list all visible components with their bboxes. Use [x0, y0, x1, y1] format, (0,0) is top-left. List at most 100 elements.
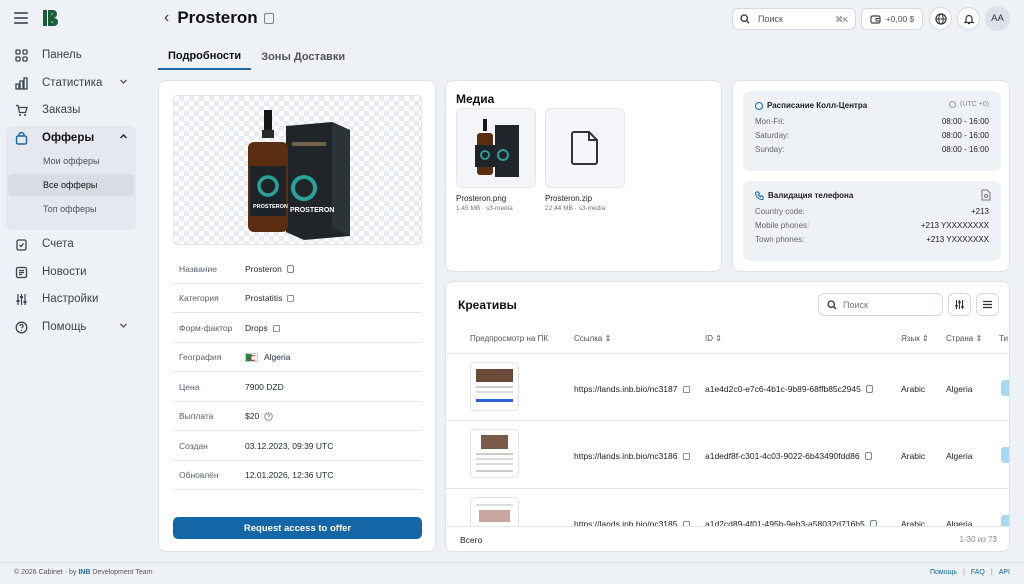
dashboard-icon — [14, 48, 28, 62]
notifications-button[interactable] — [957, 7, 980, 30]
sliders-icon — [14, 292, 28, 306]
footer-link-help[interactable]: Помощь — [930, 569, 957, 576]
sidebar-item-label: Настройки — [42, 293, 99, 305]
creative-language: Arabic — [901, 384, 926, 394]
prop-row-updated: Обновлён 12.01.2026, 12:36 UTC — [173, 461, 422, 490]
copy-icon[interactable] — [864, 452, 872, 460]
prop-value: 03.12.2023, 09:39 UTC — [245, 441, 334, 451]
column-header-link[interactable]: Ссылка ⇕ — [574, 334, 611, 343]
prop-value[interactable]: Prostatitis — [245, 293, 282, 303]
tab-details[interactable]: Подробности — [158, 44, 252, 70]
global-search[interactable]: Поиск ⌘K — [732, 8, 856, 30]
media-thumb-zip[interactable] — [545, 108, 625, 188]
external-link-icon[interactable] — [682, 385, 690, 393]
chevron-down-icon — [120, 323, 127, 328]
phone-row: Mobile phones: +213 YXXXXXXXX — [755, 221, 989, 230]
tab-delivery-zones[interactable]: Зоны Доставки — [251, 44, 355, 70]
logo[interactable] — [42, 9, 60, 27]
product-image-brand: PROSTERON — [290, 207, 334, 214]
phone-row-value: +213 YXXXXXXXX — [920, 221, 989, 230]
sort-icon: ⇕ — [604, 334, 612, 343]
column-header-country[interactable]: Страна ⇕ — [946, 334, 982, 343]
sidebar-item-news[interactable]: Новости — [6, 260, 136, 284]
sidebar: Панель Статистика Заказы Офферы Мои оффе… — [0, 0, 148, 562]
table-row[interactable]: https://lands.inb.bio/nc3187 a1e4d2c0-e7… — [446, 353, 1009, 421]
chevron-up-icon — [120, 134, 127, 139]
file-search-icon[interactable] — [981, 189, 991, 201]
back-icon[interactable]: ‹ — [164, 9, 169, 27]
footer-link-faq[interactable]: FAQ — [971, 569, 985, 576]
sidebar-item-panel[interactable]: Панель — [6, 43, 136, 67]
prop-label: Форм-фактор — [179, 323, 233, 333]
media-file-name: Prosteron.png — [456, 194, 507, 203]
external-link-icon[interactable] — [682, 452, 690, 460]
sidebar-subitem-my-offers[interactable]: Мои офферы — [8, 150, 134, 172]
phone-row-label: Country code: — [755, 207, 805, 216]
creatives-search-input[interactable]: Поиск — [818, 293, 943, 316]
creative-link[interactable]: https://lands.inb.bio/nc3186 — [574, 451, 690, 461]
menu-icon[interactable] — [14, 12, 28, 24]
chevron-down-icon — [120, 79, 127, 84]
creative-preview[interactable] — [470, 429, 519, 478]
sort-icon: ⇕ — [715, 334, 722, 343]
schedule-day: Saturday: — [755, 131, 790, 140]
sidebar-item-orders[interactable]: Заказы — [6, 98, 136, 122]
help-circle-icon[interactable] — [264, 411, 273, 421]
column-header-label: Ссылка — [574, 334, 603, 343]
column-header-type[interactable]: Ти — [999, 334, 1008, 343]
creative-id-text: a1dedf8f-c301-4c03-9022-6b43490fdd86 — [705, 451, 860, 461]
prop-value: 7900 DZD — [245, 382, 284, 392]
avatar[interactable]: AA — [985, 6, 1010, 31]
footer-link-api[interactable]: API — [999, 569, 1010, 576]
brand-link[interactable]: INB — [78, 569, 90, 576]
columns-button[interactable] — [976, 293, 999, 316]
sidebar-subitem-top-offers[interactable]: Топ офферы — [8, 198, 134, 220]
column-header-label: Язык — [901, 334, 920, 343]
sidebar-item-label: Панель — [42, 49, 82, 61]
prop-value: Algeria — [264, 352, 291, 362]
prop-row-geo: География Algeria — [173, 343, 422, 372]
sidebar-item-offers[interactable]: Офферы — [6, 126, 136, 150]
external-link-icon[interactable] — [287, 294, 295, 302]
page-footer: © 2026 Cabinet · by INB Development Team… — [0, 562, 1024, 584]
copy-icon[interactable] — [865, 385, 873, 393]
external-link-icon[interactable] — [272, 324, 280, 332]
prop-value: Prosteron — [245, 264, 282, 274]
sidebar-subitem-all-offers[interactable]: Все офферы — [8, 174, 134, 196]
wallet-icon — [870, 15, 881, 24]
sidebar-item-settings[interactable]: Настройки — [6, 287, 136, 311]
prop-value[interactable]: Drops — [245, 323, 268, 333]
copyright-suffix: Development Team — [92, 569, 153, 576]
phone-row-value: +213 YXXXXXXX — [926, 235, 989, 244]
copy-icon[interactable] — [286, 265, 294, 273]
phone-icon — [755, 191, 764, 200]
creative-preview[interactable] — [470, 362, 519, 411]
footer-separator: | — [990, 569, 993, 576]
sidebar-item-help[interactable]: Помощь — [6, 315, 136, 339]
request-access-button[interactable]: Request access to offer — [173, 517, 422, 539]
phone-row-label: Town phones: — [755, 235, 805, 244]
sidebar-item-label: Помощь — [42, 321, 87, 333]
filter-button[interactable] — [948, 293, 971, 316]
media-file-name: Prosteron.zip — [545, 194, 593, 203]
copy-icon[interactable] — [263, 12, 274, 24]
total-label: Всего — [460, 535, 483, 545]
creative-link-text: https://lands.inb.bio/nc3186 — [574, 451, 678, 461]
sidebar-item-invoices[interactable]: Счета — [6, 232, 136, 256]
phone-validation: Валидация телефона Country code: +213 Mob… — [743, 181, 1001, 261]
prop-value: $20 — [245, 411, 260, 421]
balance-button[interactable]: +0,00 $ — [861, 8, 923, 30]
globe-icon — [934, 12, 947, 25]
language-button[interactable] — [929, 7, 952, 30]
media-thumb-image[interactable] — [456, 108, 536, 188]
table-row[interactable]: https://lands.inb.bio/nc3186 a1dedf8f-c3… — [446, 421, 1009, 489]
pagination-range: 1-30 из 73 — [959, 535, 998, 544]
column-header-language[interactable]: Язык ⇕ — [901, 334, 929, 343]
creative-link[interactable]: https://lands.inb.bio/nc3187 — [574, 384, 690, 394]
schedule-hours: 08:00 - 16:00 — [941, 131, 989, 140]
product-image-brand: PROSTERON — [253, 204, 288, 210]
sidebar-item-statistics[interactable]: Статистика — [6, 71, 136, 95]
column-header-id[interactable]: ID ⇕ — [705, 334, 722, 343]
bag-icon — [14, 131, 28, 145]
media-file-meta: 22.44 MB · s3-media — [545, 205, 606, 212]
